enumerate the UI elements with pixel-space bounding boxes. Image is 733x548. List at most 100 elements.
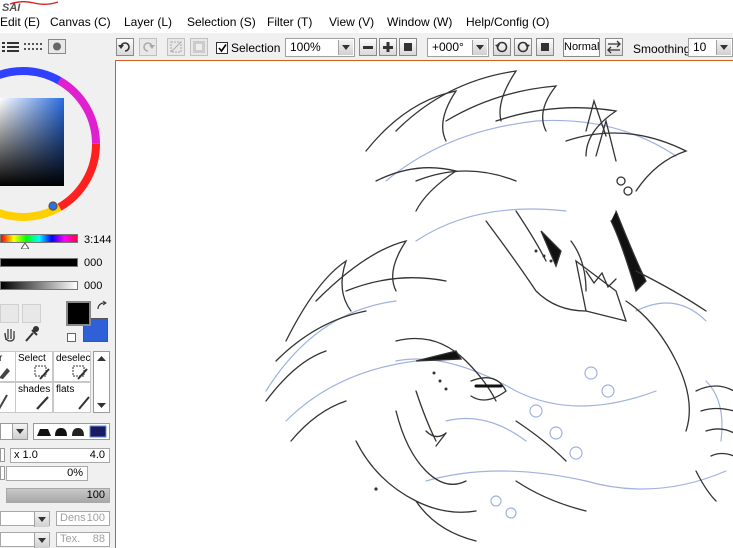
hard-tip-icon[interactable]: [37, 429, 51, 436]
saturation-value: 000: [84, 257, 103, 269]
size-value: 4.0: [89, 449, 105, 461]
zoom-out-button[interactable]: [359, 38, 377, 56]
blend-mode-label: Normal: [564, 41, 600, 53]
menu-edit[interactable]: Edit (E): [0, 15, 40, 29]
rotate-cw-button[interactable]: [514, 38, 532, 56]
transparent-color-icon[interactable]: [67, 333, 76, 342]
flip-horizontal-button[interactable]: [605, 38, 623, 56]
tex-value: 88: [92, 533, 105, 545]
undo-icon: [118, 42, 130, 52]
chevron-down-icon: [472, 40, 487, 55]
scratch-swatch[interactable]: [22, 304, 41, 323]
list-view-icon[interactable]: [2, 41, 20, 52]
hand-icon[interactable]: [2, 326, 18, 342]
plus-icon: [383, 42, 393, 52]
hue-value: 3:144: [84, 234, 112, 246]
zoom-select[interactable]: 100%: [285, 38, 355, 57]
swap-colors-icon[interactable]: [96, 300, 108, 312]
primary-color-swatch[interactable]: [66, 301, 91, 326]
chevron-down-icon: [34, 533, 49, 548]
menu-canvas[interactable]: Canvas (C): [50, 15, 111, 29]
eyedropper-icon[interactable]: [24, 325, 40, 343]
zoom-reset-button[interactable]: [399, 38, 417, 56]
smoothing-value: 10: [693, 40, 707, 54]
flat-tip-icon[interactable]: [89, 425, 107, 438]
size-lock[interactable]: [0, 448, 5, 462]
invert-selection-button[interactable]: [190, 38, 208, 56]
menu-help-config[interactable]: Help/Config (O): [466, 15, 549, 29]
tex-label: Tex.: [60, 533, 81, 545]
tool-label: deselect: [56, 353, 91, 364]
chevron-up-icon: [97, 356, 106, 361]
menu-filter[interactable]: Filter (T): [267, 15, 312, 29]
color-wheel-view-icon[interactable]: [48, 39, 66, 54]
dens-label: Dens: [60, 512, 86, 524]
saturation-slider[interactable]: [0, 258, 78, 267]
rotate-ccw-button[interactable]: [493, 38, 511, 56]
check-icon: [218, 44, 227, 53]
brush-size-field[interactable]: x 1.0 4.0: [10, 448, 110, 463]
rotation-select[interactable]: +000°: [427, 38, 489, 57]
value-value: 000: [84, 280, 103, 292]
tool-cell[interactable]: deselect: [53, 351, 91, 382]
size-multiplier: x 1.0: [14, 449, 38, 461]
color-wheel[interactable]: [0, 60, 114, 228]
min-size-field[interactable]: 0%: [6, 466, 88, 481]
dens-field[interactable]: Dens 100: [56, 511, 110, 526]
slider-thumb-icon: [21, 243, 29, 249]
tool-cell[interactable]: flats: [53, 382, 91, 413]
tool-scrollbar[interactable]: [93, 351, 110, 413]
brush-shape-select[interactable]: [0, 423, 28, 440]
chevron-down-icon: [716, 40, 731, 55]
redo-button[interactable]: [139, 38, 157, 56]
smoothing-label: Smoothing: [633, 42, 691, 56]
tool-cell[interactable]: Select: [15, 351, 53, 382]
hue-slider[interactable]: [0, 234, 78, 243]
brush-tips: [33, 423, 110, 440]
medium-tip-icon[interactable]: [55, 428, 67, 436]
zoom-value: 100%: [290, 40, 321, 54]
pen-icon: [0, 394, 8, 410]
menu-window[interactable]: Window (W): [387, 15, 452, 29]
undo-button[interactable]: [116, 38, 134, 56]
chevron-down-icon: [338, 40, 353, 55]
chevron-down-icon: [97, 403, 106, 408]
zoom-in-button[interactable]: [379, 38, 397, 56]
value-slider[interactable]: [0, 281, 78, 290]
rotate-reset-button[interactable]: [536, 38, 554, 56]
sai-logo: SAI: [2, 1, 59, 12]
smoothing-select[interactable]: 10: [688, 38, 733, 57]
selection-toggle[interactable]: Selection: [216, 40, 280, 56]
min-size-lock[interactable]: [0, 466, 5, 480]
tool-cell[interactable]: shades: [15, 382, 53, 413]
density-value: 100: [86, 489, 105, 501]
menu-layer[interactable]: Layer (L): [124, 15, 172, 29]
blend-mode-button[interactable]: Normal: [563, 38, 600, 57]
redo-icon: [143, 42, 155, 52]
deselect-icon: [170, 41, 182, 53]
drawing-canvas[interactable]: [115, 60, 733, 548]
select-pen-icon: [34, 365, 50, 380]
tool-label: r: [0, 353, 2, 364]
minus-icon: [363, 46, 373, 49]
blending-select[interactable]: [0, 511, 50, 527]
saturation-value-square[interactable]: [0, 98, 64, 186]
line-art-drawing: [265, 70, 733, 542]
tool-label: flats: [56, 384, 75, 395]
menu-selection[interactable]: Selection (S): [187, 15, 256, 29]
rotate-ccw-icon: [495, 41, 508, 53]
soft-tip-icon[interactable]: [72, 428, 84, 436]
menu-view[interactable]: View (V): [329, 15, 374, 29]
grid-view-icon[interactable]: [24, 41, 44, 52]
tool-label: Select: [18, 353, 46, 364]
density-slider[interactable]: 100: [6, 488, 110, 503]
hue-marker[interactable]: [48, 201, 58, 211]
deselect-button[interactable]: [167, 38, 185, 56]
selection-checkbox[interactable]: [216, 42, 228, 54]
tex-field[interactable]: Tex. 88: [56, 532, 110, 547]
texture-select[interactable]: [0, 532, 50, 548]
scratch-swatch[interactable]: [0, 304, 19, 323]
square-icon: [404, 43, 412, 51]
flip-horizontal-icon: [607, 40, 621, 54]
rotation-value: +000°: [432, 40, 464, 54]
